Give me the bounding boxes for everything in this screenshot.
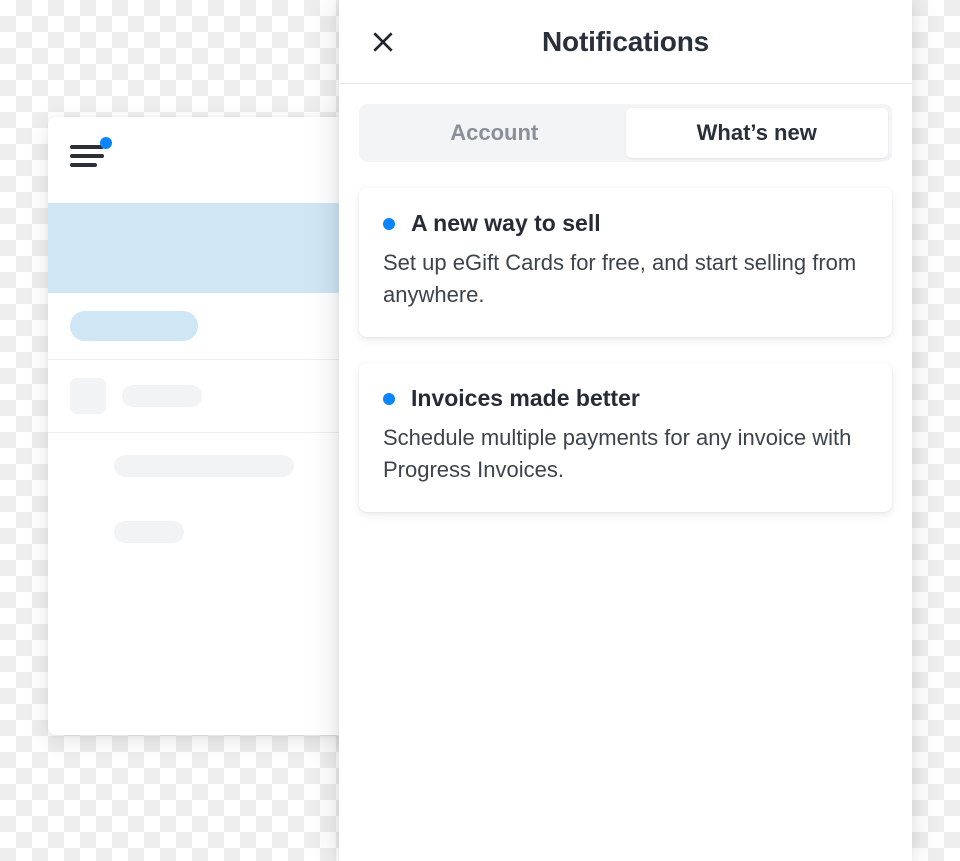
notification-body: Schedule multiple payments for any invoi… (383, 422, 868, 486)
tab-account[interactable]: Account (363, 108, 626, 158)
notification-body: Set up eGift Cards for free, and start s… (383, 247, 868, 311)
unread-dot-icon (383, 393, 395, 405)
notification-title: Invoices made better (411, 385, 868, 412)
close-icon (370, 29, 396, 55)
skeleton-square (70, 378, 106, 414)
skeleton-pill (70, 311, 198, 341)
skeleton-pill (114, 521, 184, 543)
unread-dot-icon (383, 218, 395, 230)
tab-bar: Account What’s new (359, 104, 892, 162)
notification-dot-icon (100, 137, 112, 149)
skeleton-pill (122, 385, 202, 407)
notification-title: A new way to sell (411, 210, 868, 237)
panel-header: Notifications (339, 0, 912, 84)
notification-list: A new way to sell Set up eGift Cards for… (339, 162, 912, 538)
notification-card[interactable]: A new way to sell Set up eGift Cards for… (359, 188, 892, 337)
notifications-panel: Notifications Account What’s new A new w… (339, 0, 912, 861)
skeleton-pill (114, 455, 294, 477)
close-button[interactable] (365, 24, 401, 60)
notification-card[interactable]: Invoices made better Schedule multiple p… (359, 363, 892, 512)
tab-whats-new[interactable]: What’s new (626, 108, 889, 158)
panel-title: Notifications (339, 26, 912, 58)
menu-icon[interactable] (70, 145, 104, 167)
